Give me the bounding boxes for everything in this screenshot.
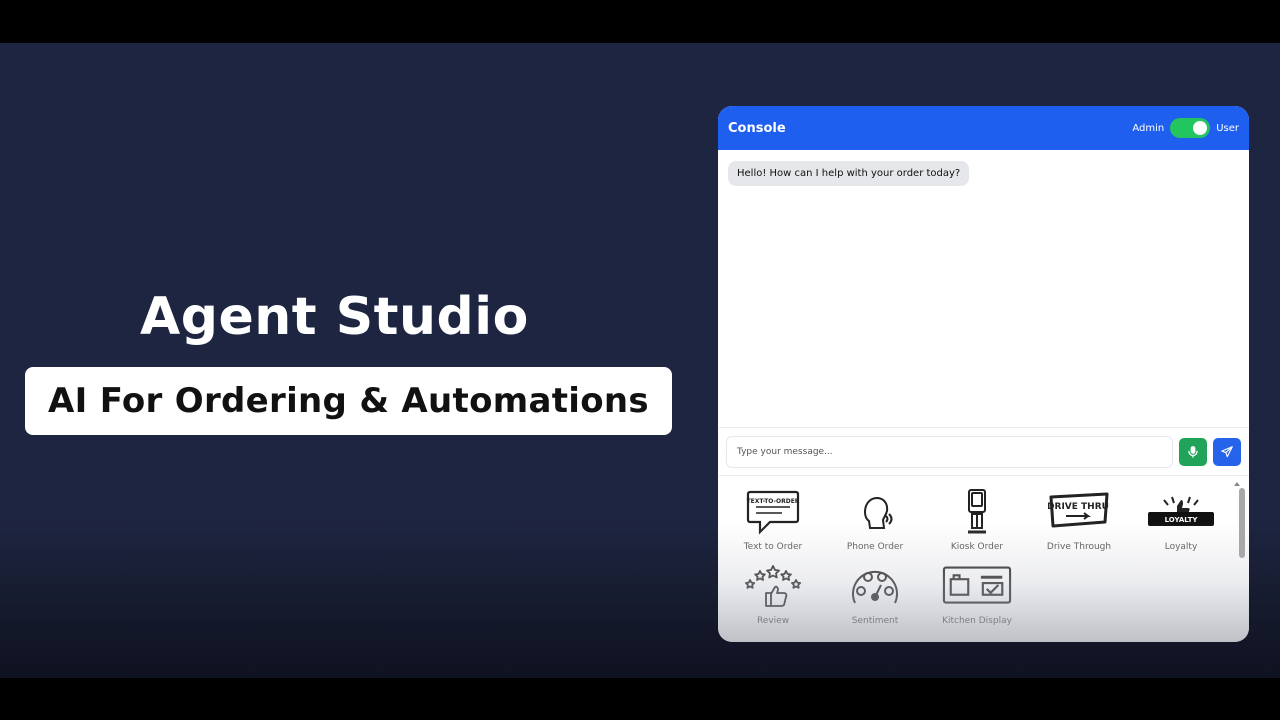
assistant-message: Hello! How can I help with your order to… [728,161,970,186]
send-icon [1221,445,1233,457]
toggle-knob [1193,121,1208,135]
microphone-icon [1188,445,1198,458]
kitchen-display-icon [942,562,1012,610]
chat-area: Hello! How can I help with your order to… [718,150,1249,428]
svg-text:DRIVE THRU: DRIVE THRU [1048,502,1109,512]
drive-thru-icon: DRIVE THRU [1044,488,1114,536]
app-kitchen-display[interactable]: Kitchen Display [926,562,1028,626]
app-kiosk-order[interactable]: Kiosk Order [926,488,1028,552]
app-label: Loyalty [1164,542,1198,552]
sentiment-gauge-icon [840,562,910,610]
app-label: Kitchen Display [942,616,1012,626]
hero-stage: Agent Studio AI For Ordering & Automatio… [0,43,1280,678]
role-user-label: User [1216,122,1239,134]
app-text-to-order[interactable]: TEXT-TO-ORDER Text to Order [722,488,824,552]
message-composer [718,428,1249,476]
apps-scrollbar[interactable] [1234,482,1245,562]
app-loyalty[interactable]: LOYALTY Loyalty [1130,488,1232,552]
app-sentiment[interactable]: Sentiment [824,562,926,626]
console-title: Console [728,120,786,136]
svg-text:LOYALTY: LOYALTY [1165,516,1199,524]
role-switch: Admin User [1132,118,1239,138]
hero-tagline: AI For Ordering & Automations [48,381,649,421]
hero-title: Agent Studio [140,287,529,347]
letterbox-top [0,0,1280,43]
app-phone-order[interactable]: Phone Order [824,488,926,552]
console-header: Console Admin User [718,106,1249,150]
message-input[interactable] [726,435,1173,468]
hero-tagline-pill: AI For Ordering & Automations [25,367,672,435]
text-to-order-icon: TEXT-TO-ORDER [738,488,808,536]
apps-grid: TEXT-TO-ORDER Text to Order Phone Order … [718,488,1249,626]
mic-button[interactable] [1179,437,1207,466]
app-label: Drive Through [1046,542,1112,552]
role-admin-label: Admin [1132,122,1165,134]
app-label: Text to Order [743,542,803,552]
app-label: Sentiment [851,616,899,626]
letterbox-bottom [0,678,1280,720]
app-label: Phone Order [846,542,904,552]
kiosk-icon [942,488,1012,536]
phone-order-icon [840,488,910,536]
app-drive-through[interactable]: DRIVE THRU Drive Through [1028,488,1130,552]
role-toggle[interactable] [1170,118,1211,138]
apps-panel: TEXT-TO-ORDER Text to Order Phone Order … [718,476,1249,642]
app-label: Kiosk Order [950,542,1004,552]
svg-text:TEXT-TO-ORDER: TEXT-TO-ORDER [747,498,800,505]
app-label: Review [756,616,790,626]
scrollbar-thumb[interactable] [1239,488,1245,558]
loyalty-icon: LOYALTY [1146,488,1216,536]
console-window: Console Admin User Hello! How can I help… [718,106,1249,642]
app-review[interactable]: Review [722,562,824,626]
review-stars-icon [738,562,808,610]
send-button[interactable] [1213,437,1241,466]
scroll-up-arrow-icon[interactable] [1234,482,1240,486]
